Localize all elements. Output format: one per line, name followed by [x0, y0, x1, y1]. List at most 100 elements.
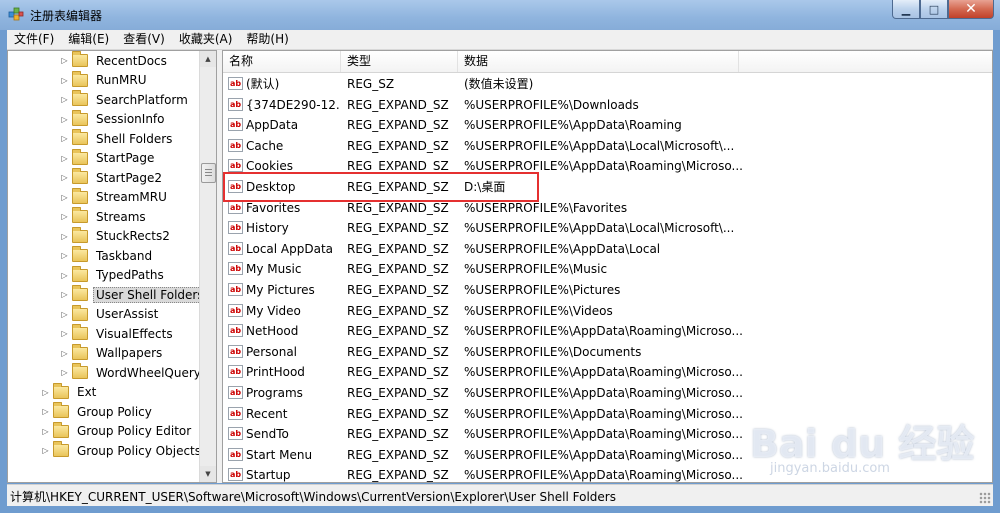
table-row[interactable]: ab PrintHood REG_EXPAND_SZ %USERPROFILE%\Ap… [223, 362, 992, 382]
expand-arrow-icon[interactable]: ▷ [41, 406, 50, 418]
expand-arrow-icon[interactable]: ▷ [60, 74, 69, 86]
title-bar[interactable]: 注册表编辑器 ▁ □ ✕ [0, 0, 1000, 30]
folder-icon [53, 421, 69, 438]
value-data: %USERPROFILE%\Documents [464, 344, 642, 359]
expand-arrow-icon[interactable]: ▷ [41, 386, 50, 398]
table-row[interactable]: ab Recent REG_EXPAND_SZ %USERPROFILE%\AppDa… [223, 404, 992, 424]
expand-arrow-icon[interactable]: ▷ [60, 55, 69, 67]
expand-arrow-icon[interactable]: ▷ [60, 230, 69, 242]
menu-file[interactable]: 文件(F) [7, 30, 61, 49]
expand-arrow-icon[interactable]: ▷ [41, 445, 50, 457]
column-data[interactable]: 数据 [458, 51, 739, 72]
maximize-button[interactable]: □ [920, 0, 948, 19]
expand-arrow-icon[interactable]: ▷ [60, 113, 69, 125]
tree-item[interactable]: ▷ Shell Folders [60, 129, 175, 148]
minimize-button[interactable]: ▁ [892, 0, 920, 19]
tree-item[interactable]: ▷ Group Policy Objects [41, 441, 204, 460]
table-row[interactable]: ab My Pictures REG_EXPAND_SZ %USERPROFILE%\… [223, 280, 992, 300]
tree-item[interactable]: ▷ StuckRects2 [60, 226, 173, 246]
window-title: 注册表编辑器 [30, 9, 103, 23]
expand-arrow-icon[interactable]: ▷ [60, 347, 69, 359]
expand-arrow-icon[interactable]: ▷ [60, 289, 69, 301]
table-row[interactable]: ab Cookies REG_EXPAND_SZ %USERPROFILE%\AppD… [223, 156, 992, 176]
tree-item[interactable]: ▷ User Shell Folders [60, 285, 207, 304]
table-row[interactable]: ab Desktop REG_EXPAND_SZ D:\桌面 [223, 177, 992, 197]
table-row[interactable]: ab (默认) REG_SZ (数值未设置) [223, 74, 992, 94]
value-data: %USERPROFILE%\AppData\Roaming\Microso... [464, 324, 743, 339]
tree-item-label: RecentDocs [96, 53, 167, 68]
tree-item[interactable]: ▷ Wallpapers [60, 343, 165, 363]
table-row[interactable]: ab Start Menu REG_EXPAND_SZ %USERPROFILE%\A… [223, 445, 992, 465]
column-type[interactable]: 类型 [341, 51, 458, 72]
expand-arrow-icon[interactable]: ▷ [60, 250, 69, 262]
close-button[interactable]: ✕ [948, 0, 994, 19]
menu-favorites[interactable]: 收藏夹(A) [172, 30, 240, 49]
expand-arrow-icon[interactable]: ▷ [60, 133, 69, 145]
folder-icon [72, 187, 88, 204]
column-name[interactable]: 名称 [223, 51, 341, 72]
tree-item[interactable]: ▷ StartPage [60, 148, 157, 168]
expand-arrow-icon[interactable]: ▷ [60, 94, 69, 106]
tree-item[interactable]: ▷ TypedPaths [60, 265, 167, 285]
table-row[interactable]: ab Local AppData REG_EXPAND_SZ %USERPROFILE… [223, 239, 992, 259]
folder-icon [72, 246, 88, 262]
expand-arrow-icon[interactable]: ▷ [60, 367, 69, 379]
tree-item[interactable]: ▷ RecentDocs [60, 51, 170, 70]
expand-arrow-icon[interactable]: ▷ [60, 152, 69, 164]
table-row[interactable]: ab My Video REG_EXPAND_SZ %USERPROFILE%\Vid… [223, 301, 992, 321]
tree-item[interactable]: ▷ StreamMRU [60, 187, 170, 207]
scroll-up-icon[interactable]: ▲ [200, 51, 216, 67]
tree-item[interactable]: ▷ Streams [60, 207, 149, 226]
tree-item[interactable]: ▷ Group Policy [41, 402, 155, 421]
maximize-icon: □ [928, 2, 940, 16]
tree-item[interactable]: ▷ SearchPlatform [60, 90, 191, 109]
string-value-icon: ab [228, 159, 243, 173]
menu-view[interactable]: 查看(V) [116, 30, 172, 49]
value-name: Startup [246, 468, 291, 483]
table-row[interactable]: ab Cache REG_EXPAND_SZ %USERPROFILE%\AppDat… [223, 136, 992, 156]
value-name: Personal [246, 344, 298, 359]
tree-item[interactable]: ▷ VisualEffects [60, 324, 176, 343]
tree-item[interactable]: ▷ WordWheelQuery [60, 363, 204, 382]
string-value-icon: ab [228, 241, 243, 255]
expand-arrow-icon[interactable]: ▷ [60, 269, 69, 281]
expand-arrow-icon[interactable]: ▷ [60, 191, 69, 203]
table-row[interactable]: ab NetHood REG_EXPAND_SZ %USERPROFILE%\AppD… [223, 321, 992, 341]
table-row[interactable]: ab Startup REG_EXPAND_SZ %USERPROFILE%\AppD… [223, 465, 992, 483]
tree-item[interactable]: ▷ Group Policy Editor [41, 421, 194, 441]
menu-help[interactable]: 帮助(H) [239, 30, 295, 49]
table-row[interactable]: ab AppData REG_EXPAND_SZ %USERPROFILE%\AppD… [223, 115, 992, 135]
tree-vertical-scrollbar[interactable]: ▲ ▼ [199, 51, 216, 482]
tree-item-label: TypedPaths [96, 268, 164, 282]
table-row[interactable]: ab SendTo REG_EXPAND_SZ %USERPROFILE%\AppDa… [223, 424, 992, 444]
folder-icon [72, 148, 88, 165]
tree-item[interactable]: ▷ SessionInfo [60, 109, 168, 129]
table-row[interactable]: ab History REG_EXPAND_SZ %USERPROFILE%\AppD… [223, 218, 992, 238]
resize-grip-icon[interactable] [979, 492, 991, 504]
registry-tree[interactable]: ▷ RecentDocs ▷ RunMRU ▷ SearchPlatform ▷ Sessio… [7, 50, 217, 483]
values-list[interactable]: 名称 类型 数据 ab (默认) REG_SZ (数值未设置) ab {374DE290-… [222, 50, 993, 483]
expand-arrow-icon[interactable]: ▷ [41, 425, 50, 437]
value-type: REG_EXPAND_SZ [347, 97, 449, 112]
status-path: 计算机\HKEY_CURRENT_USER\Software\Microsoft… [10, 490, 616, 504]
expand-arrow-icon[interactable]: ▷ [60, 328, 69, 340]
table-row[interactable]: ab Favorites REG_EXPAND_SZ %USERPROFILE%\Fa… [223, 198, 992, 218]
value-name: Start Menu [246, 447, 313, 462]
scroll-thumb[interactable] [201, 163, 216, 183]
tree-item[interactable]: ▷ Ext [41, 382, 99, 402]
tree-item[interactable]: ▷ StartPage2 [60, 168, 165, 187]
tree-item[interactable]: ▷ Taskband [60, 246, 155, 265]
expand-arrow-icon[interactable]: ▷ [60, 308, 69, 320]
tree-item[interactable]: ▷ RunMRU [60, 70, 149, 90]
table-row[interactable]: ab Programs REG_EXPAND_SZ %USERPROFILE%\App… [223, 383, 992, 403]
expand-arrow-icon[interactable]: ▷ [60, 172, 69, 184]
table-row[interactable]: ab {374DE290-12... REG_EXPAND_SZ %USERPROFI… [223, 95, 992, 115]
tree-item[interactable]: ▷ UserAssist [60, 304, 161, 324]
menu-edit[interactable]: 编辑(E) [61, 30, 116, 49]
folder-icon [53, 402, 69, 418]
expand-arrow-icon[interactable]: ▷ [60, 211, 69, 223]
table-row[interactable]: ab My Music REG_EXPAND_SZ %USERPROFILE%\Mus… [223, 259, 992, 279]
list-header: 名称 类型 数据 [223, 51, 992, 73]
scroll-down-icon[interactable]: ▼ [200, 466, 216, 482]
table-row[interactable]: ab Personal REG_EXPAND_SZ %USERPROFILE%\Doc… [223, 342, 992, 362]
